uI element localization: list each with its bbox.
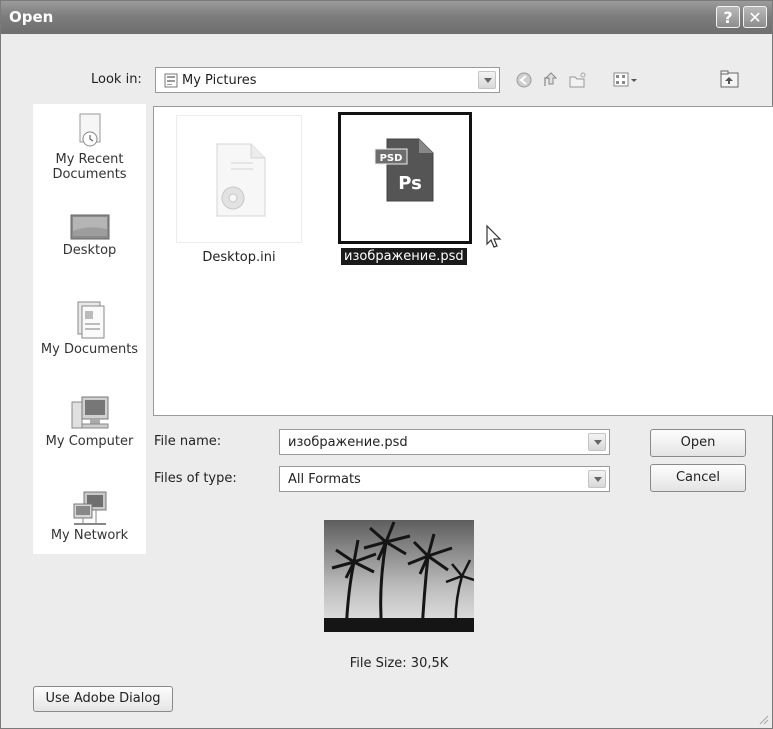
file-name-label: Desktop.ini [202,250,276,265]
cancel-button[interactable]: Cancel [650,464,746,492]
place-label: My Recent [55,152,124,167]
file-name-label-selected: изображение.psd [341,248,467,265]
settings-file-icon [216,143,266,217]
open-dialog: Open ? ✕ Look in: My Pictures My Recent … [0,0,773,729]
place-label: Documents [52,167,127,182]
views-menu-icon[interactable] [613,72,639,88]
title-bar[interactable]: Open ? ✕ [1,1,772,34]
pictures-folder-icon [164,73,178,88]
files-of-type-dropdown[interactable]: All Formats [279,466,610,492]
place-my-documents[interactable]: My Documents [33,298,146,357]
place-my-computer[interactable]: My Computer [33,394,146,449]
files-of-type-label: Files of type: [154,471,237,486]
look-in-label: Look in: [91,72,142,87]
recent-documents-icon [79,113,100,147]
place-label: Desktop [62,243,117,258]
file-size-text: File Size: 30,5K [349,656,449,671]
look-in-dropdown[interactable]: My Pictures [155,67,500,93]
places-bar: My Recent Documents Desktop My Documents [33,104,146,554]
psd-file-icon: PSD Ps [374,138,434,202]
psd-badge-text: PSD [380,153,403,164]
close-button[interactable]: ✕ [743,6,767,28]
resize-grip-icon[interactable] [757,713,769,725]
my-network-icon [73,491,106,525]
chevron-down-icon[interactable] [588,433,606,451]
desktop-icon [70,214,109,240]
place-desktop[interactable]: Desktop [33,211,146,258]
mouse-cursor-icon [486,224,502,248]
file-name-label-text: File name: [154,434,222,449]
files-of-type-value: All Formats [288,472,361,487]
back-icon[interactable] [516,72,532,88]
look-in-value: My Pictures [182,73,257,88]
file-item-psd[interactable]: PSD Ps [338,112,472,244]
chevron-down-icon[interactable] [478,71,496,89]
help-button[interactable]: ? [716,6,740,28]
selected-file-name: изображение.psd [341,248,467,265]
dialog-title: Open [9,8,54,26]
file-item-desktop-ini[interactable] [176,115,302,243]
image-preview [324,520,474,632]
my-computer-icon [71,396,108,429]
place-label: My Documents [40,342,139,357]
my-documents-icon [77,301,104,339]
ps-logo-text: Ps [398,173,422,194]
chevron-down-icon[interactable] [588,470,606,488]
place-label: My Network [50,528,129,543]
file-name-value[interactable]: изображение.psd [288,435,408,450]
file-list[interactable]: Desktop.ini PSD Ps изображение.psd [153,106,773,416]
adobe-bridge-icon[interactable] [720,70,740,88]
open-button[interactable]: Open [650,429,746,457]
place-my-network[interactable]: My Network [33,488,146,543]
up-folder-icon[interactable] [542,70,560,88]
file-name-input[interactable]: изображение.psd [279,429,610,455]
new-folder-icon[interactable] [569,72,587,88]
use-adobe-dialog-button[interactable]: Use Adobe Dialog [33,686,173,712]
place-my-recent-documents[interactable]: My Recent Documents [33,112,146,182]
place-label: My Computer [45,434,134,449]
